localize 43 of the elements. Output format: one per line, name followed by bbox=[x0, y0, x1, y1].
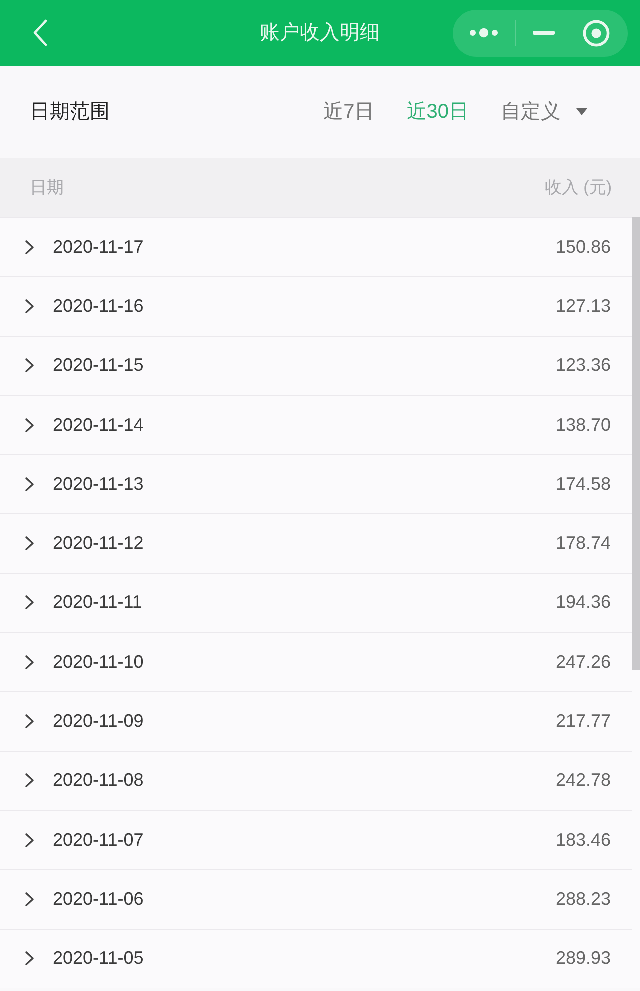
date-row[interactable]: 2020-11-17 150.86 bbox=[0, 217, 632, 276]
chevron-left-icon bbox=[32, 19, 48, 47]
date-row[interactable]: 2020-11-10 247.26 bbox=[0, 632, 632, 692]
amount-text: 242.78 bbox=[556, 769, 611, 792]
date-text: 2020-11-12 bbox=[53, 532, 144, 556]
amount-text: 194.36 bbox=[556, 591, 611, 614]
date-text: 2020-11-06 bbox=[53, 888, 144, 911]
page-title: 账户收入明细 bbox=[260, 21, 380, 46]
date-text: 2020-11-16 bbox=[53, 294, 144, 318]
amount-text: 178.74 bbox=[556, 532, 611, 556]
range-tab[interactable]: 近7日 bbox=[324, 97, 375, 127]
caret-down-icon bbox=[576, 108, 588, 116]
target-circle-icon bbox=[583, 20, 610, 46]
amount-text: 247.26 bbox=[556, 650, 611, 674]
dots-icon bbox=[469, 28, 499, 38]
amount-text: 123.36 bbox=[556, 354, 611, 378]
amount-text: 174.58 bbox=[556, 472, 611, 496]
amount-text: 289.93 bbox=[556, 947, 611, 970]
date-text: 2020-11-13 bbox=[53, 472, 144, 496]
date-text: 2020-11-05 bbox=[53, 947, 144, 970]
date-text: 2020-11-17 bbox=[53, 236, 144, 259]
minus-icon bbox=[532, 31, 554, 35]
scrollbar-thumb[interactable] bbox=[632, 217, 640, 670]
amount-text: 127.13 bbox=[556, 294, 611, 318]
date-text: 2020-11-14 bbox=[53, 414, 144, 437]
amount-text: 138.70 bbox=[556, 414, 611, 437]
date-text: 2020-11-10 bbox=[53, 650, 144, 674]
date-text: 2020-11-11 bbox=[53, 591, 142, 614]
amount-text: 183.46 bbox=[556, 828, 611, 852]
column-header: 收入 (元) bbox=[544, 176, 612, 199]
date-range-label: 日期范围 bbox=[30, 100, 110, 125]
amount-text: 150.86 bbox=[556, 236, 611, 259]
date-text: 2020-11-15 bbox=[53, 354, 144, 378]
date-row[interactable]: 2020-11-13 174.58 bbox=[0, 454, 632, 514]
column-header: 日期 bbox=[30, 176, 64, 199]
date-row[interactable]: 2020-11-07 183.46 bbox=[0, 810, 632, 870]
amount-text: 217.77 bbox=[556, 710, 611, 734]
date-text: 2020-11-08 bbox=[53, 769, 144, 792]
back-button[interactable] bbox=[31, 19, 49, 47]
date-text: 2020-11-07 bbox=[53, 828, 144, 852]
date-text: 2020-11-09 bbox=[53, 710, 144, 734]
custom-range-dropdown[interactable]: 自定义 bbox=[501, 97, 588, 127]
amount-text: 288.23 bbox=[556, 888, 611, 911]
